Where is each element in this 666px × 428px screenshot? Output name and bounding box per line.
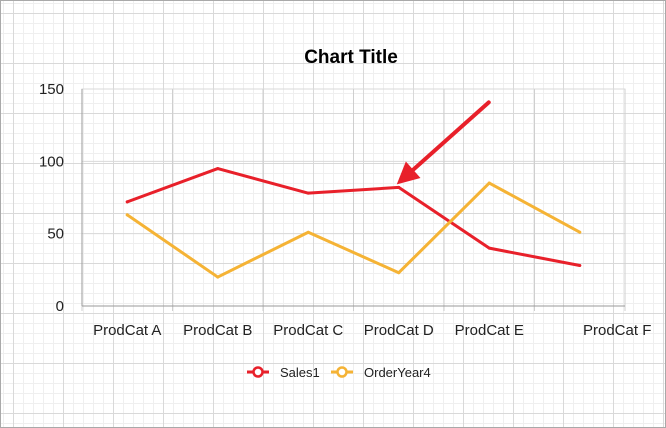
x-tick-label: ProdCat D — [364, 322, 434, 339]
legend-marker — [252, 366, 264, 378]
data-point — [306, 191, 310, 195]
data-point — [487, 246, 491, 250]
line-chart: Chart Title 0 50 100 150 ProdCat A ProdCat B P… — [39, 47, 651, 380]
data-point — [125, 200, 129, 204]
y-tick-label: 150 — [39, 81, 64, 98]
data-point — [578, 263, 582, 267]
chart-title: Chart Title — [304, 47, 398, 68]
y-tick-label: 100 — [39, 153, 64, 170]
legend-marker — [336, 366, 348, 378]
legend-label: OrderYear4 — [364, 365, 431, 380]
data-point — [397, 271, 401, 275]
data-point — [397, 185, 401, 189]
data-point — [125, 213, 129, 217]
x-tick-label: ProdCat C — [273, 322, 343, 339]
x-tick-label: ProdCat A — [93, 322, 161, 339]
y-tick-label: 50 — [47, 226, 64, 243]
y-tick-label: 0 — [56, 298, 64, 315]
chart-area: Chart Title 0 50 100 150 ProdCat A ProdCat B P… — [0, 0, 666, 428]
data-point — [578, 230, 582, 234]
x-tick-label: ProdCat E — [455, 322, 524, 339]
legend-label: Sales1 — [280, 365, 320, 380]
data-point — [487, 181, 491, 185]
annotation-arrow-shaft — [411, 100, 491, 172]
data-point — [306, 230, 310, 234]
data-point — [216, 275, 220, 279]
data-point — [216, 167, 220, 171]
x-tick-label: ProdCat F — [583, 322, 651, 339]
x-tick-label: ProdCat B — [183, 322, 252, 339]
